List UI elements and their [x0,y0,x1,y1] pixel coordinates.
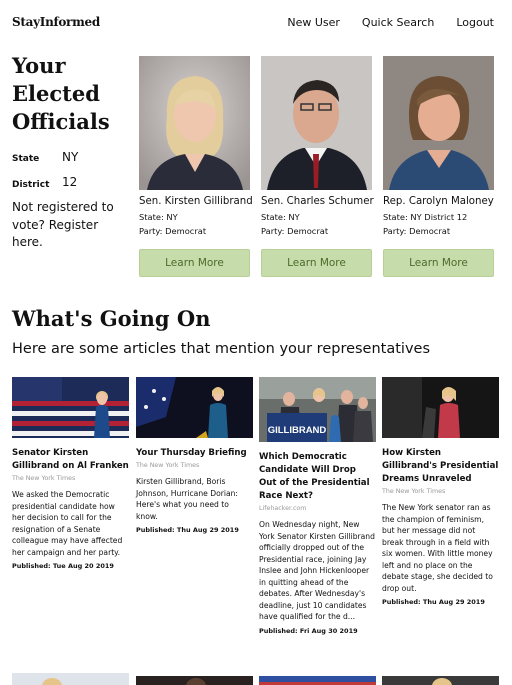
article-source: The New York Times [382,488,446,495]
article-thumbnail[interactable]: GILLIBRAND [259,377,376,442]
campaign-sign-text: GILLIBRAND [268,425,327,436]
officials-heading: Your Elected Officials [12,53,110,134]
official-photo [139,56,250,190]
official-party: Party: Democrat [139,226,207,236]
news-subtitle: Here are some articles that mention your… [12,341,431,357]
article-description: The New York senator ran as the champion… [382,503,493,593]
article-thumbnail[interactable] [382,377,499,438]
official-name: Sen. Charles Schumer [261,196,374,207]
article-thumbnail[interactable] [136,377,253,438]
article-source: The New York Times [12,475,76,482]
article-card[interactable]: GILLIBRAND Which Democratic Candidate Wi… [259,377,376,635]
official-photo [383,56,494,190]
article-date: Published: Thu Aug 29 2019 [136,526,239,534]
news-title: What's Going On [12,306,211,331]
learn-more-button[interactable]: Learn More [261,249,372,277]
article-date: Published: Tue Aug 20 2019 [12,562,114,570]
nav-quick-search[interactable]: Quick Search [362,16,434,29]
official-party: Party: Democrat [261,226,329,236]
article-title[interactable]: Your Thursday Briefing [136,447,253,460]
learn-more-button[interactable]: Learn More [139,249,250,277]
official-card-gillibrand: Sen. Kirsten Gillibrand State: NY Party:… [139,56,253,277]
top-nav: StayInformed New User Quick Search Logou… [0,0,512,46]
article-source: Lifehacker.com [259,505,307,512]
nav-new-user[interactable]: New User [287,16,340,29]
article-card[interactable]: Senator Kirsten Gillibrand on Al Franken… [12,377,129,570]
official-card-schumer: Sen. Charles Schumer State: NY Party: De… [261,56,374,277]
official-name: Rep. Carolyn Maloney [383,196,494,207]
article-thumbnail[interactable] [12,673,129,685]
brand-logo[interactable]: StayInformed [12,15,100,29]
article-date: Published: Fri Aug 30 2019 [259,626,358,635]
article-description: We asked the Democratic presidential can… [12,490,123,557]
official-state: State: NY District 12 [383,212,468,222]
article-description: Kirsten Gillibrand, Boris Johnson, Hurri… [136,477,238,521]
official-photo [261,56,372,190]
article-thumbnail[interactable] [12,377,129,438]
district-label: District [12,180,50,190]
district-value: 12 [62,175,78,189]
article-card[interactable]: Your Thursday Briefing The New York Time… [136,377,253,534]
state-value: NY [62,150,79,164]
article-source: The New York Times [136,462,200,469]
official-state: State: NY [139,212,178,222]
article-description: On Wednesday night, New York Senator Kir… [259,520,375,621]
article-title[interactable]: How Kirsten Gillibrand's Presidential Dr… [382,447,499,486]
article-card[interactable]: How Kirsten Gillibrand's Presidential Dr… [382,377,499,606]
article-thumbnail[interactable] [259,673,376,685]
official-state: State: NY [261,212,300,222]
article-title[interactable]: Which Democratic Candidate Will Drop Out… [259,451,376,503]
state-label: State [12,154,40,164]
learn-more-button[interactable]: Learn More [383,249,494,277]
article-date: Published: Thu Aug 29 2019 [382,598,485,606]
article-title[interactable]: Senator Kirsten Gillibrand on Al Franken [12,447,129,473]
register-link[interactable]: Not registered to vote? Register here. [12,199,122,252]
official-party: Party: Democrat [383,226,451,236]
official-name: Sen. Kirsten Gillibrand [139,196,253,207]
nav-logout[interactable]: Logout [456,16,494,29]
article-thumbnail[interactable] [382,673,499,685]
nav-links: New User Quick Search Logout [287,16,494,29]
official-card-maloney: Rep. Carolyn Maloney State: NY District … [383,56,494,277]
article-thumbnail[interactable] [136,673,253,685]
